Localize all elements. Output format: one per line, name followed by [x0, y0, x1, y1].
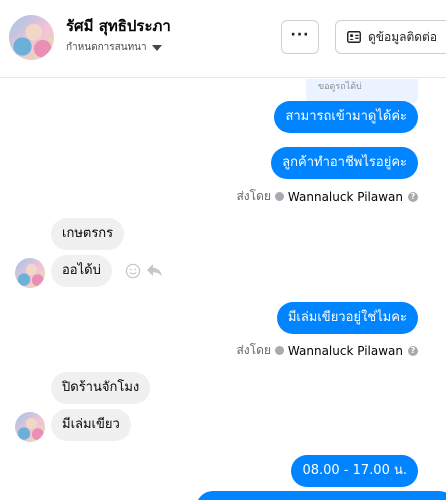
- conversation-dropdown-label: กำหนดการสนทนา: [66, 42, 147, 53]
- check-circle-icon: [274, 192, 284, 201]
- replied-message-preview[interactable]: ขอดูรถได้บ่: [306, 79, 418, 103]
- reply-icon[interactable]: [146, 263, 163, 278]
- incoming-message[interactable]: มีเล่มเขียว: [51, 409, 131, 441]
- caret-down-icon: [151, 44, 162, 51]
- contact-card-icon: [347, 31, 361, 43]
- contact-avatar[interactable]: [9, 15, 54, 60]
- incoming-message[interactable]: เกษตรกร: [51, 218, 125, 250]
- message-text: มีเล่มเขียวอยู่ใช่ไมคะ: [287, 310, 407, 325]
- outgoing-message[interactable]: 08.00 - 17.00 น.: [291, 455, 418, 487]
- sent-by-prefix: ส่งโดย: [236, 189, 271, 203]
- view-contact-info-button[interactable]: ดูข้อมูลติดต่อ: [335, 20, 446, 54]
- message-text: เกษตรกร: [62, 226, 114, 241]
- sent-by-line: ส่งโดย Wannaluck Pilawan ?: [236, 187, 418, 206]
- outgoing-message[interactable]: สามารถเข้ามาดูได้ค่ะ: [274, 101, 418, 133]
- sent-by-line: ส่งโดย Wannaluck Pilawan ?: [236, 341, 418, 360]
- outgoing-message-partial[interactable]: [196, 491, 446, 500]
- sender-avatar[interactable]: [15, 258, 45, 288]
- question-icon[interactable]: ?: [408, 191, 418, 202]
- message-text: มีเล่มเขียว: [62, 417, 120, 432]
- message-text: ออได้บ่: [62, 263, 101, 278]
- incoming-message[interactable]: ออได้บ่: [51, 255, 112, 287]
- more-options-button[interactable]: ···: [281, 20, 319, 54]
- message-text: สามารถเข้ามาดูได้ค่ะ: [285, 109, 407, 124]
- outgoing-message[interactable]: ลูกค้าทำอาชีพไรอยู่คะ: [271, 147, 418, 179]
- message-text: ปิดร้านจักโมง: [62, 380, 140, 395]
- conversation-dropdown[interactable]: กำหนดการสนทนา: [66, 40, 162, 55]
- sent-by-name: Wannaluck Pilawan: [287, 343, 403, 358]
- emoji-reaction-icon[interactable]: [125, 263, 141, 279]
- conversation-header: รัศมี สุทธิประภา กำหนดการสนทนา ··· ดูข้อ…: [0, 0, 446, 78]
- message-text: 08.00 - 17.00 น.: [302, 463, 407, 478]
- message-thread[interactable]: ขอดูรถได้บ่ สามารถเข้ามาดูได้ค่ะ ลูกค้าท…: [0, 79, 446, 500]
- outgoing-message[interactable]: มีเล่มเขียวอยู่ใช่ไมคะ: [276, 302, 418, 334]
- sender-avatar[interactable]: [15, 412, 45, 442]
- incoming-message[interactable]: ปิดร้านจักโมง: [51, 372, 151, 404]
- replied-message-text: ขอดูรถได้บ่: [318, 82, 362, 92]
- sent-by-name: Wannaluck Pilawan: [287, 189, 403, 204]
- message-text: ลูกค้าทำอาชีพไรอยู่คะ: [282, 155, 407, 170]
- question-icon[interactable]: ?: [408, 345, 418, 356]
- view-contact-info-label: ดูข้อมูลติดต่อ: [368, 29, 438, 44]
- sent-by-prefix: ส่งโดย: [236, 343, 271, 357]
- check-circle-icon: [274, 346, 284, 355]
- contact-name[interactable]: รัศมี สุทธิประภา: [66, 14, 171, 38]
- more-icon: ···: [290, 26, 310, 43]
